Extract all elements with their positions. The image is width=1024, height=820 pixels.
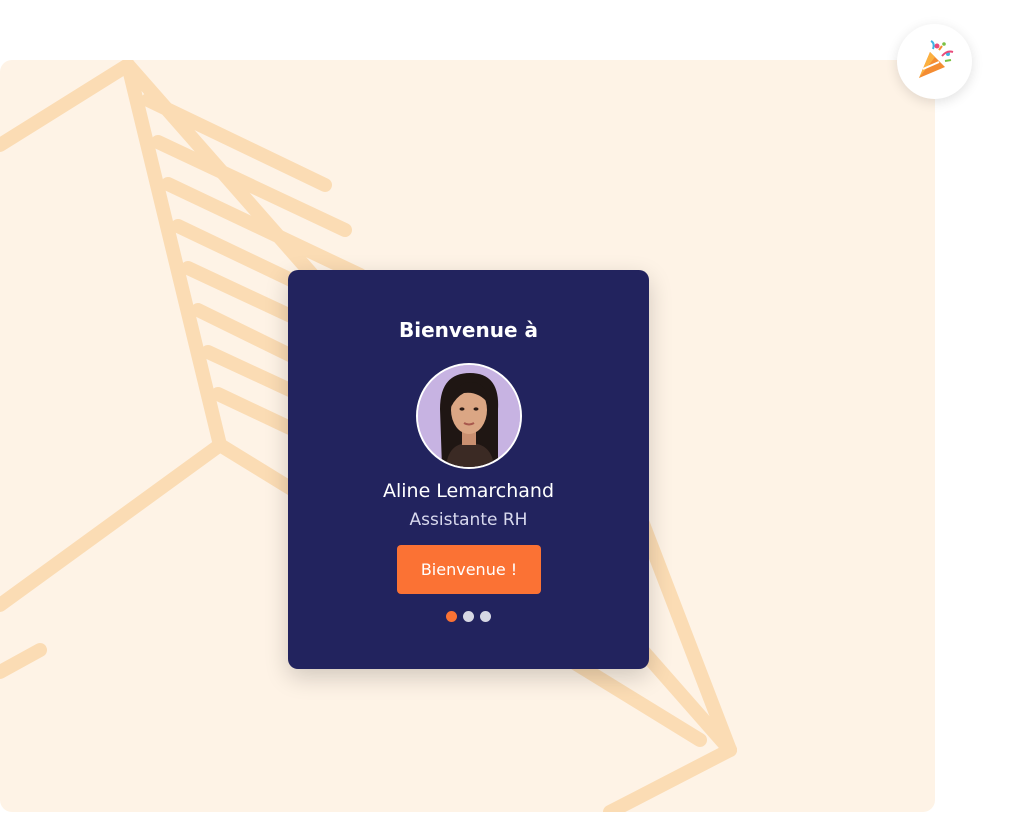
person-photo <box>418 365 520 467</box>
carousel-dot-3[interactable] <box>480 611 491 622</box>
avatar <box>416 363 522 469</box>
carousel-dots <box>288 611 649 623</box>
welcome-button[interactable]: Bienvenue ! <box>397 545 541 594</box>
carousel-dot-2[interactable] <box>463 611 474 622</box>
carousel-dot-1[interactable] <box>446 611 457 622</box>
card-title: Bienvenue à <box>398 318 538 342</box>
welcome-panel: Bienvenue à Aline Lemarchand Assistante … <box>0 60 935 812</box>
person-role: Assistante RH <box>409 510 528 530</box>
person-name: Aline Lemarchand <box>382 480 555 502</box>
party-popper-icon <box>919 40 954 78</box>
celebrate-button[interactable] <box>897 24 972 99</box>
welcome-card: Bienvenue à Aline Lemarchand Assistante … <box>288 270 649 669</box>
